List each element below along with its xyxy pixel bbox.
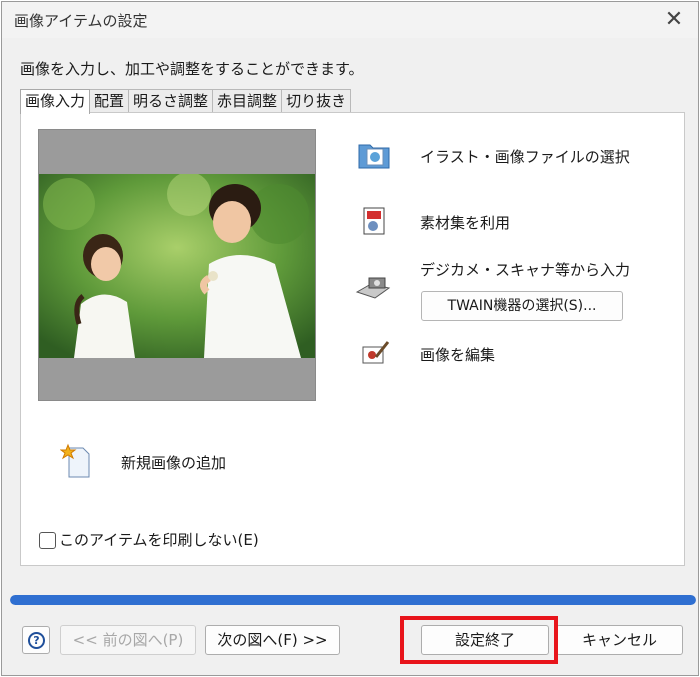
image-preview [38,129,316,401]
progress-fill [10,595,696,605]
no-print-label: このアイテムを印刷しない(E) [59,531,259,549]
add-new-image-link[interactable]: 新規画像の追加 [121,452,226,473]
twain-select-button[interactable]: TWAIN機器の選択(S)... [421,291,623,321]
camera-scanner-icon [355,277,391,299]
new-image-icon [60,443,90,478]
camera-input-label: デジカメ・スキャナ等から入力 [420,261,631,279]
edit-image-icon [362,341,390,364]
tab-brightness[interactable]: 明るさ調整 [128,89,214,113]
help-icon: ? [28,632,45,649]
progress-bar [10,595,696,605]
close-icon[interactable]: ✕ [660,6,688,34]
use-material-link[interactable]: 素材集を利用 [420,212,510,233]
window-title: 画像アイテムの設定 [14,12,148,30]
cancel-button[interactable]: キャンセル [556,625,683,655]
tab-panel: イラスト・画像ファイルの選択 素材集を利用 デジカメ・スキャナ等から入力 TWA… [20,112,685,566]
material-collection-icon [363,207,385,235]
title-bar: 画像アイテムの設定 ✕ [2,2,698,38]
folder-picture-icon [358,144,390,169]
tab-crop[interactable]: 切り抜き [281,89,352,113]
previous-figure-button[interactable]: << 前の図へ(P) [60,625,196,655]
dialog-window: 画像アイテムの設定 ✕ 画像を入力し、加工や調整をすることができます。 画像入力… [1,1,699,676]
finish-button-highlight [400,616,558,664]
tab-bar: 画像入力 配置 明るさ調整 赤目調整 切り抜き [20,89,352,114]
next-figure-button[interactable]: 次の図へ(F) >> [205,625,340,655]
tab-red-eye[interactable]: 赤目調整 [212,89,283,113]
tab-placement[interactable]: 配置 [89,89,130,113]
description-text: 画像を入力し、加工や調整をすることができます。 [20,60,364,78]
select-file-link[interactable]: イラスト・画像ファイルの選択 [420,146,630,167]
edit-image-link[interactable]: 画像を編集 [420,344,495,365]
tab-image-input[interactable]: 画像入力 [20,89,91,114]
preview-photo [39,174,315,358]
no-print-checkbox[interactable] [39,532,56,549]
help-button[interactable]: ? [22,626,50,654]
